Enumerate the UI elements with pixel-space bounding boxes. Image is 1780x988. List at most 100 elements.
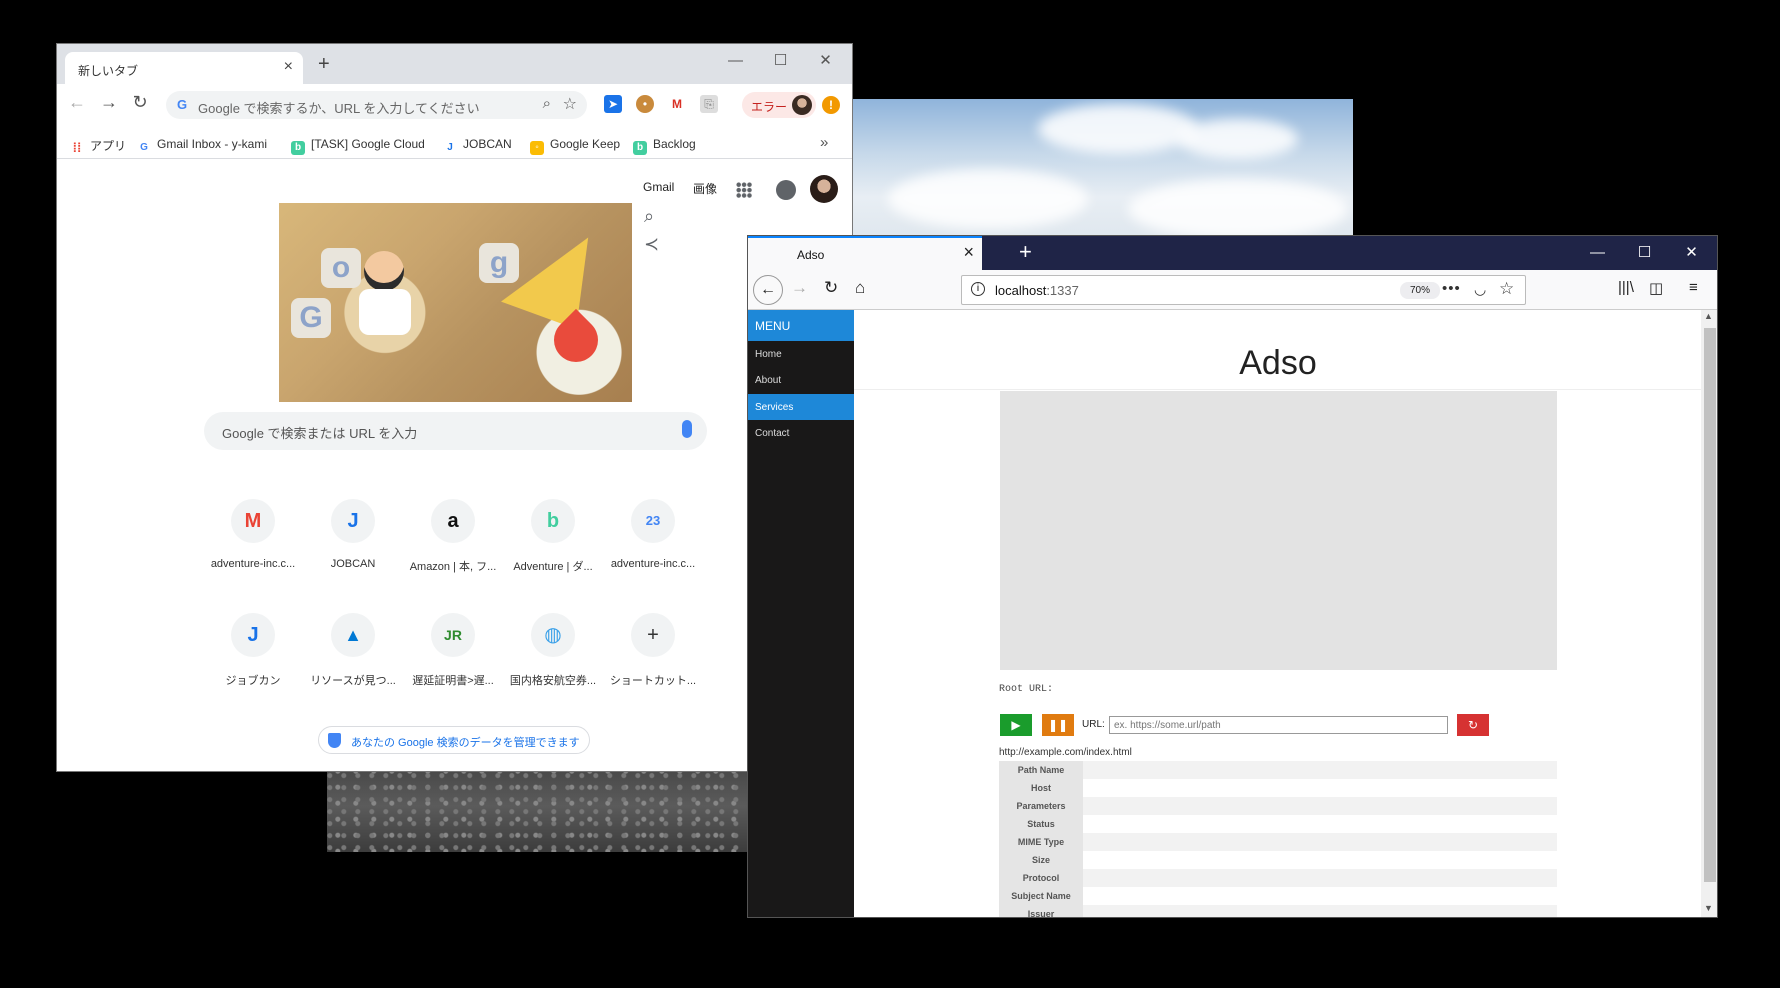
bookmark-star-icon[interactable]: ☆ <box>1499 279 1514 299</box>
background-sky-window <box>848 99 1353 239</box>
search-icon[interactable]: ⌕ <box>644 206 654 227</box>
search-icon[interactable]: ⌕ <box>543 95 551 112</box>
close-icon[interactable]: × <box>284 58 293 76</box>
back-icon[interactable]: ← <box>753 275 783 305</box>
hamburger-menu-icon[interactable]: ≡ <box>1689 279 1698 296</box>
gmail-icon: M <box>231 499 275 543</box>
cloud <box>888 169 1088 229</box>
update-warning-icon[interactable]: ! <box>822 96 840 114</box>
images-link[interactable]: 画像 <box>693 180 717 197</box>
firefox-window: Adso × + — ☐ ✕ ← → ↻ ⌂ i localhost:1337 … <box>747 235 1718 918</box>
profile-error-pill[interactable]: エラー <box>742 92 816 118</box>
table-row: Subject Name <box>999 887 1557 905</box>
url-input[interactable] <box>1109 716 1448 734</box>
table-row: Issuer <box>999 905 1557 917</box>
shortcut-tile[interactable]: JR 遅延証明書>遅... <box>403 613 503 688</box>
scroll-down-icon[interactable]: ▼ <box>1704 903 1713 913</box>
shortcut-tile[interactable]: J ジョブカン <box>203 613 303 688</box>
pocket-icon[interactable]: ◡ <box>1474 281 1486 298</box>
avatar[interactable] <box>810 175 838 203</box>
share-icon[interactable]: ≺ <box>644 234 659 255</box>
back-icon[interactable]: ← <box>65 92 89 113</box>
globe-icon: ◍ <box>531 613 575 657</box>
extension-gmail-icon[interactable]: M <box>668 95 686 113</box>
bookmark-apps[interactable]: ⁞⁞ アプリ <box>70 137 126 155</box>
new-tab-button[interactable]: + <box>1019 239 1032 265</box>
background-gravel-window <box>327 760 747 852</box>
add-icon: + <box>631 613 675 657</box>
shortcut-label: ジョブカン <box>225 675 281 687</box>
sidebar-item-contact[interactable]: Contact <box>748 420 854 446</box>
bookmark-task-google-cloud[interactable]: b [TASK] Google Cloud <box>291 137 436 155</box>
tab-title: Adso <box>797 248 825 262</box>
amazon-icon: a <box>431 499 475 543</box>
add-shortcut-tile[interactable]: + ショートカット... <box>603 613 703 688</box>
apps-grid-icon[interactable] <box>736 182 752 198</box>
url-bar[interactable]: i localhost:1337 70% ••• ◡ ☆ <box>961 275 1526 305</box>
reload-icon[interactable]: ↻ <box>824 278 838 298</box>
extension-pdf-icon[interactable]: ⎘ <box>700 95 718 113</box>
home-icon[interactable]: ⌂ <box>855 278 865 298</box>
table-row: Status <box>999 815 1557 833</box>
backlog-icon: b <box>531 499 575 543</box>
sidebar-item-services[interactable]: Services <box>748 394 854 420</box>
azure-icon: ▲ <box>331 613 375 657</box>
sidebar-item-home[interactable]: Home <box>748 341 854 367</box>
shortcut-tile[interactable]: b Adventure | ダ... <box>503 499 603 574</box>
sidebar-item-about[interactable]: About <box>748 367 854 393</box>
extension-send-icon[interactable]: ➤ <box>604 95 622 113</box>
bookmark-google-keep[interactable]: ◦ Google Keep <box>530 137 620 155</box>
close-window-button[interactable]: ✕ <box>1669 240 1714 266</box>
close-icon[interactable]: × <box>963 242 974 263</box>
privacy-text: あなたの Google 検索のデータを管理できます <box>351 737 580 749</box>
new-tab-button[interactable]: + <box>318 53 330 76</box>
search-input[interactable]: Google で検索または URL を入力 <box>204 412 707 450</box>
shortcut-tile[interactable]: a Amazon | 本, フ... <box>403 499 503 574</box>
bookmark-backlog[interactable]: b Backlog <box>633 137 696 155</box>
shortcut-label: Adventure | ダ... <box>513 561 593 573</box>
shortcut-tile[interactable]: 23 adventure-inc.c... <box>603 499 703 570</box>
google-doodle[interactable]: o G g <box>279 203 632 402</box>
preview-frame <box>1000 391 1557 670</box>
doodle-letter-block: o <box>321 248 361 288</box>
info-icon[interactable]: i <box>971 282 985 296</box>
bookmark-gmail-inbox[interactable]: G Gmail Inbox - y-kami <box>137 137 287 155</box>
reload-icon[interactable]: ↻ <box>128 92 152 113</box>
extension-cookie-icon[interactable]: • <box>636 95 654 113</box>
shortcut-tile[interactable]: ▲ リソースが見つ... <box>303 613 403 688</box>
page-actions-icon[interactable]: ••• <box>1442 280 1461 297</box>
bookmark-star-icon[interactable]: ☆ <box>563 94 577 114</box>
scroll-up-icon[interactable]: ▲ <box>1704 311 1713 321</box>
library-icon[interactable]: |||\ <box>1618 279 1634 296</box>
shortcut-tile[interactable]: ◍ 国内格安航空券... <box>503 613 603 688</box>
chevron-more-icon[interactable]: » <box>820 134 828 151</box>
shortcut-label: Amazon | 本, フ... <box>409 561 497 573</box>
notifications-icon[interactable] <box>776 180 796 200</box>
shortcut-tile[interactable]: J JOBCAN <box>303 499 403 570</box>
maximize-button[interactable]: ☐ <box>758 48 803 74</box>
privacy-button[interactable]: あなたの Google 検索のデータを管理できます <box>318 726 590 754</box>
table-row: Parameters <box>999 797 1557 815</box>
pause-button[interactable]: ❚❚ <box>1042 714 1074 736</box>
forward-icon[interactable]: → <box>97 92 121 113</box>
close-window-button[interactable]: ✕ <box>803 48 848 74</box>
minimize-button[interactable]: — <box>1575 240 1620 266</box>
reload-button[interactable]: ↻ <box>1457 714 1489 736</box>
cloud <box>1128 179 1348 239</box>
gmail-link[interactable]: Gmail <box>643 180 674 194</box>
scrollbar-thumb[interactable] <box>1704 328 1716 882</box>
sidebar-toggle-icon[interactable]: ◫ <box>1649 279 1663 297</box>
chrome-tab-new-tab[interactable]: 新しいタブ × <box>65 52 303 84</box>
bookmark-jobcan[interactable]: J JOBCAN <box>443 137 511 155</box>
omnibox[interactable]: G Google で検索するか、URL を入力してください ⌕ ☆ <box>166 91 587 119</box>
zoom-indicator[interactable]: 70% <box>1400 282 1440 299</box>
shortcut-tile[interactable]: M adventure-inc.c... <box>203 499 303 570</box>
cloud <box>1178 119 1298 159</box>
minimize-button[interactable]: — <box>713 48 758 74</box>
firefox-tab-adso[interactable]: Adso × <box>748 236 982 270</box>
microphone-icon[interactable] <box>682 420 692 438</box>
play-button[interactable]: ▶ <box>1000 714 1032 736</box>
maximize-button[interactable]: ☐ <box>1622 240 1667 266</box>
forward-icon[interactable]: → <box>791 278 808 298</box>
url-port: :1337 <box>1046 283 1079 298</box>
